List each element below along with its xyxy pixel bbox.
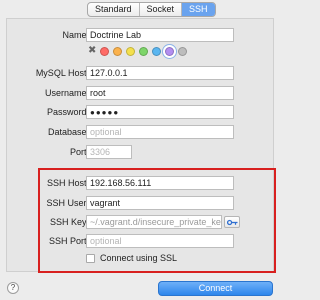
- database-row: Database: optional: [0, 125, 279, 141]
- name-row: Name: Doctrine Lab: [0, 28, 279, 44]
- host-field[interactable]: 127.0.0.1: [86, 66, 234, 80]
- ssh-key-row: SSH Key: ~/.vagrant.d/insecure_private_k…: [0, 215, 279, 231]
- ssh-port-label: SSH Port:: [48, 236, 89, 246]
- color-swatch-yellow[interactable]: [126, 46, 135, 56]
- color-swatch-gray[interactable]: [178, 46, 187, 56]
- tab-socket[interactable]: Socket: [140, 3, 183, 16]
- name-field[interactable]: Doctrine Lab: [86, 28, 234, 42]
- ssh-host-field[interactable]: 192.168.56.111: [86, 176, 234, 190]
- select-key-button[interactable]: [224, 216, 240, 228]
- ssh-user-label: SSH User:: [46, 198, 89, 208]
- username-field[interactable]: root: [86, 86, 234, 100]
- color-swatch-green[interactable]: [139, 46, 148, 56]
- ssh-host-row: SSH Host: 192.168.56.111: [0, 176, 279, 192]
- color-picker: ✖: [88, 46, 187, 56]
- port-field[interactable]: 3306: [86, 145, 132, 159]
- help-button[interactable]: ?: [7, 282, 19, 294]
- port-row: Port: 3306: [0, 145, 279, 161]
- database-field[interactable]: optional: [86, 125, 234, 139]
- ssh-port-row: SSH Port: optional: [0, 234, 279, 250]
- database-label: Database:: [47, 127, 89, 137]
- ssh-port-field[interactable]: optional: [86, 234, 234, 248]
- connection-type-tabs: Standard Socket SSH: [87, 2, 216, 17]
- username-label: Username:: [44, 88, 89, 98]
- ssl-checkbox-label: Connect using SSL: [100, 253, 178, 263]
- ssh-key-field[interactable]: ~/.vagrant.d/insecure_private_key: [86, 215, 222, 229]
- color-swatch-red[interactable]: [100, 46, 109, 56]
- color-swatch-orange[interactable]: [113, 46, 122, 56]
- key-icon: [226, 219, 237, 226]
- host-row: MySQL Host: 127.0.0.1: [0, 66, 279, 82]
- connect-button[interactable]: Connect: [158, 281, 273, 296]
- clear-color-icon[interactable]: ✖: [88, 46, 96, 56]
- password-field[interactable]: ●●●●●: [86, 105, 234, 119]
- ssh-user-row: SSH User: vagrant: [0, 196, 279, 212]
- ssl-option[interactable]: Connect using SSL: [86, 253, 177, 263]
- color-swatch-blue[interactable]: [152, 46, 161, 56]
- ssh-key-label: SSH Key:: [49, 217, 89, 227]
- ssl-checkbox[interactable]: [86, 253, 95, 263]
- host-label: MySQL Host:: [35, 68, 89, 78]
- tab-standard[interactable]: Standard: [88, 3, 140, 16]
- tab-ssh[interactable]: SSH: [182, 3, 215, 16]
- ssh-host-label: SSH Host:: [46, 178, 89, 188]
- password-label: Password:: [46, 107, 89, 117]
- color-swatch-purple[interactable]: [165, 46, 174, 56]
- ssh-user-field[interactable]: vagrant: [86, 196, 234, 210]
- password-row: Password: ●●●●●: [0, 105, 279, 121]
- username-row: Username: root: [0, 86, 279, 102]
